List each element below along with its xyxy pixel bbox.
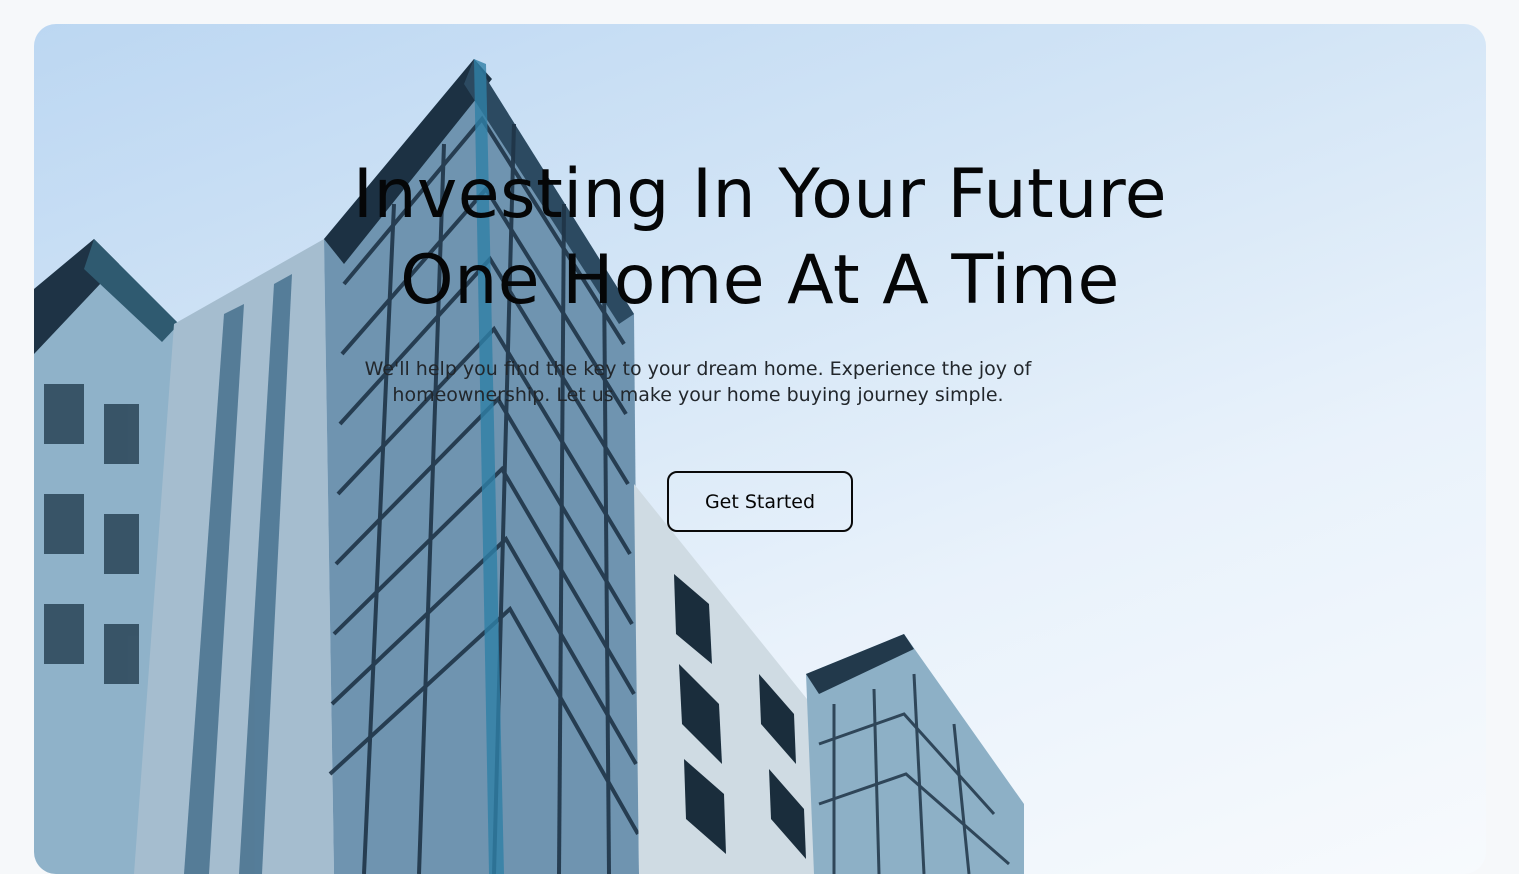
hero-content: Investing In Your Future One Home At A T… <box>34 24 1486 874</box>
hero-section: Investing In Your Future One Home At A T… <box>34 24 1486 874</box>
hero-headline: Investing In Your Future One Home At A T… <box>234 152 1286 324</box>
hero-subtext: We'll help you find the key to your drea… <box>364 358 1032 406</box>
hero-headline-line-2: One Home At A Time <box>400 241 1120 320</box>
get-started-button[interactable]: Get Started <box>667 471 853 532</box>
hero-headline-line-1: Investing In Your Future <box>352 155 1168 234</box>
